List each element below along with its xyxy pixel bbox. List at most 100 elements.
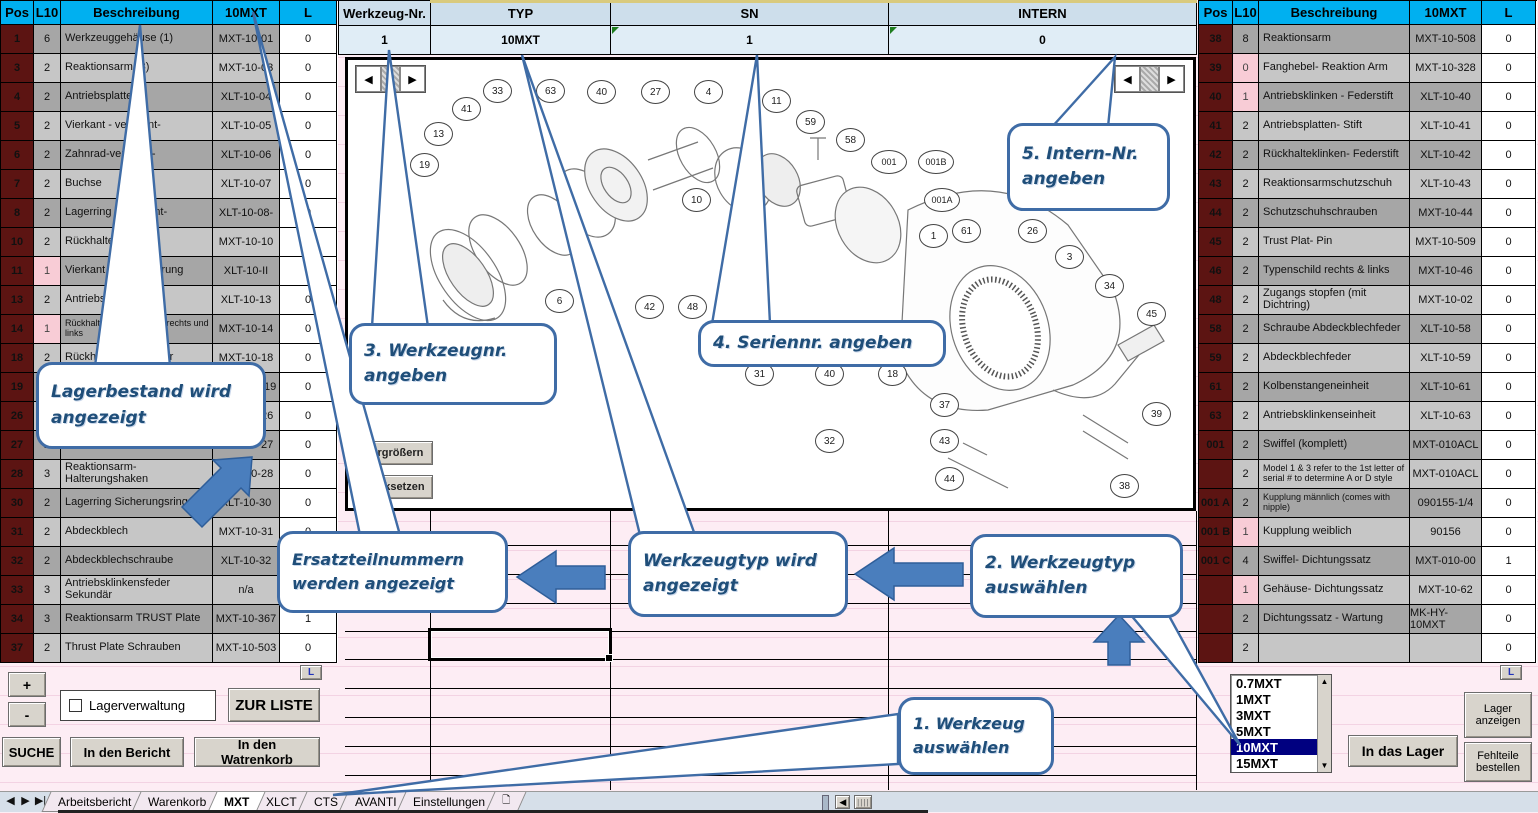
scroll-up-icon[interactable]: ▲ (1318, 675, 1331, 688)
part-number-cell[interactable]: MXT-10-509 (1410, 228, 1482, 257)
stock-cell[interactable]: 0 (280, 344, 337, 373)
l10-cell[interactable]: 2 (34, 83, 61, 112)
description-cell[interactable]: Reaktionsarm TRUST Plate (61, 605, 213, 634)
column-header[interactable]: 10MXT (1410, 1, 1482, 25)
listbox-item-5mxt[interactable]: 5MXT (1231, 723, 1317, 739)
l10-cell[interactable]: 1 (34, 315, 61, 344)
column-header[interactable]: Pos (1199, 1, 1233, 25)
stock-cell[interactable]: 0 (1482, 83, 1536, 112)
stock-cell[interactable]: 0 (280, 634, 337, 663)
pos-cell[interactable] (1199, 605, 1233, 634)
page-prev-icon[interactable]: ◀ (356, 66, 381, 92)
page-prev-icon[interactable]: ◀ (1115, 66, 1140, 92)
in-den-warenkorb-button[interactable]: In den Watrenkorb (194, 737, 320, 767)
part-number-cell[interactable]: 90156 (1410, 518, 1482, 547)
pos-cell[interactable]: 45 (1199, 228, 1233, 257)
part-number-cell[interactable]: MXT-10-508 (1410, 25, 1482, 54)
stock-cell[interactable]: 0 (280, 431, 337, 460)
pos-cell[interactable]: 001 A (1199, 489, 1233, 518)
stock-cell[interactable]: 0 (1482, 518, 1536, 547)
fehlteile-bestellen-button[interactable]: Fehlteile bestellen (1464, 742, 1532, 782)
description-cell[interactable]: Lagerring Sicherungsring (61, 489, 213, 518)
part-number-cell[interactable]: XLT-10-59 (1410, 344, 1482, 373)
l10-cell[interactable]: 2 (1233, 373, 1259, 402)
pos-cell[interactable]: 34 (1, 605, 34, 634)
description-cell[interactable]: Antriebsklinkensfeder Sekundär (61, 576, 213, 605)
part-number-cell[interactable]: XLT-10-07 (213, 170, 280, 199)
part-number-cell[interactable]: MXT-010ACL (1410, 431, 1482, 460)
description-cell[interactable]: Zahnrad-verzahnt- (61, 141, 213, 170)
stock-cell[interactable]: 0 (280, 460, 337, 489)
description-cell[interactable]: Thrust Plate Schrauben (61, 634, 213, 663)
stock-cell[interactable]: 0 (1482, 257, 1536, 286)
description-cell[interactable]: Vierkant - verzahnt- (61, 112, 213, 141)
l10-cell[interactable]: 2 (1233, 170, 1259, 199)
stock-cell[interactable]: 0 (280, 54, 337, 83)
column-header[interactable]: L10 (1233, 1, 1259, 25)
l10-cell[interactable]: 8 (1233, 25, 1259, 54)
pos-cell[interactable]: 7 (1, 170, 34, 199)
stock-cell[interactable]: 0 (1482, 286, 1536, 315)
stock-cell[interactable]: 0 (1482, 634, 1536, 663)
part-number-cell[interactable]: MXT-10-46 (1410, 257, 1482, 286)
part-number-cell[interactable]: MXT-10-367 (213, 605, 280, 634)
stock-cell[interactable]: 0 (1482, 141, 1536, 170)
hscroll-left-icon[interactable]: ◀ (835, 795, 850, 809)
l10-cell[interactable]: 2 (34, 489, 61, 518)
part-number-cell[interactable]: XLT-10-08- (213, 199, 280, 228)
l10-cell[interactable]: 3 (34, 460, 61, 489)
page-next-icon[interactable]: ▶ (400, 66, 425, 92)
description-cell[interactable]: Schutzschuhschrauben (1259, 199, 1410, 228)
plus-button[interactable]: + (8, 672, 46, 697)
stock-cell[interactable]: 0 (1482, 170, 1536, 199)
stock-cell[interactable]: 0 (280, 489, 337, 518)
stock-cell[interactable]: 0 (280, 141, 337, 170)
stock-cell[interactable]: 0 (1482, 576, 1536, 605)
l10-cell[interactable]: 2 (1233, 431, 1259, 460)
pos-cell[interactable]: 001 C (1199, 547, 1233, 576)
description-cell[interactable]: Kupplung weiblich (1259, 518, 1410, 547)
part-number-cell[interactable]: XLT-10-32 (213, 547, 280, 576)
stock-cell[interactable]: 0 (1482, 373, 1536, 402)
l10-cell[interactable]: 2 (1233, 315, 1259, 344)
in-den-bericht-button[interactable]: In den Bericht (70, 737, 184, 767)
listbox-item-0.7mxt[interactable]: 0.7MXT (1231, 675, 1317, 691)
part-number-cell[interactable]: MXT-10-01 (213, 25, 280, 54)
description-cell[interactable]: Reaktionsarm- Halterungshaken (61, 460, 213, 489)
description-cell[interactable]: Abdeckblechschraube (61, 547, 213, 576)
l10-cell[interactable]: 2 (1233, 605, 1259, 634)
description-cell[interactable]: Swiffel- Dichtungssatz (1259, 547, 1410, 576)
part-number-cell[interactable]: MXT-10-14 (213, 315, 280, 344)
description-cell[interactable]: Kolbenstangeneinheit (1259, 373, 1410, 402)
l10-cell[interactable]: 1 (1233, 83, 1259, 112)
description-cell[interactable]: Abdeckblech (61, 518, 213, 547)
l10-cell[interactable]: 0 (1233, 54, 1259, 83)
suche-button[interactable]: SUCHE (2, 737, 61, 767)
pos-cell[interactable]: 37 (1, 634, 34, 663)
l10-cell[interactable]: 4 (1233, 547, 1259, 576)
lager-anzeigen-button[interactable]: Lager anzeigen (1464, 692, 1532, 738)
pos-cell[interactable]: 44 (1199, 199, 1233, 228)
stock-cell[interactable]: 1 (1482, 547, 1536, 576)
description-cell[interactable]: Kupplung männlich (comes with nipple) (1259, 489, 1410, 518)
part-number-cell[interactable]: 090155-1/4 (1410, 489, 1482, 518)
pos-cell[interactable] (1199, 634, 1233, 663)
stock-cell[interactable]: 0 (1482, 199, 1536, 228)
description-cell[interactable]: Reaktionsarmschutzschuh (1259, 170, 1410, 199)
pos-cell[interactable]: 26 (1, 402, 34, 431)
description-cell[interactable]: Antriebsplatten- Stift (1259, 112, 1410, 141)
l10-cell[interactable]: 2 (34, 141, 61, 170)
pos-cell[interactable]: 11 (1, 257, 34, 286)
pos-cell[interactable]: 42 (1199, 141, 1233, 170)
description-cell[interactable]: Buchse (61, 170, 213, 199)
part-number-cell[interactable]: MXT-010-00 (1410, 547, 1482, 576)
stock-cell[interactable]: 0 (1482, 344, 1536, 373)
tab-mxt[interactable]: MXT (207, 792, 265, 812)
pos-cell[interactable]: 001 (1199, 431, 1233, 460)
pos-cell[interactable]: 39 (1199, 54, 1233, 83)
sheet-nav-icon[interactable]: ◀ (4, 794, 17, 807)
listbox-scrollbar[interactable]: ▲ ▼ (1317, 675, 1331, 772)
cell-werkzeugnr-value[interactable]: 1 (338, 25, 431, 55)
lagerverwaltung-checkbox[interactable] (69, 699, 82, 712)
pos-cell[interactable]: 5 (1, 112, 34, 141)
